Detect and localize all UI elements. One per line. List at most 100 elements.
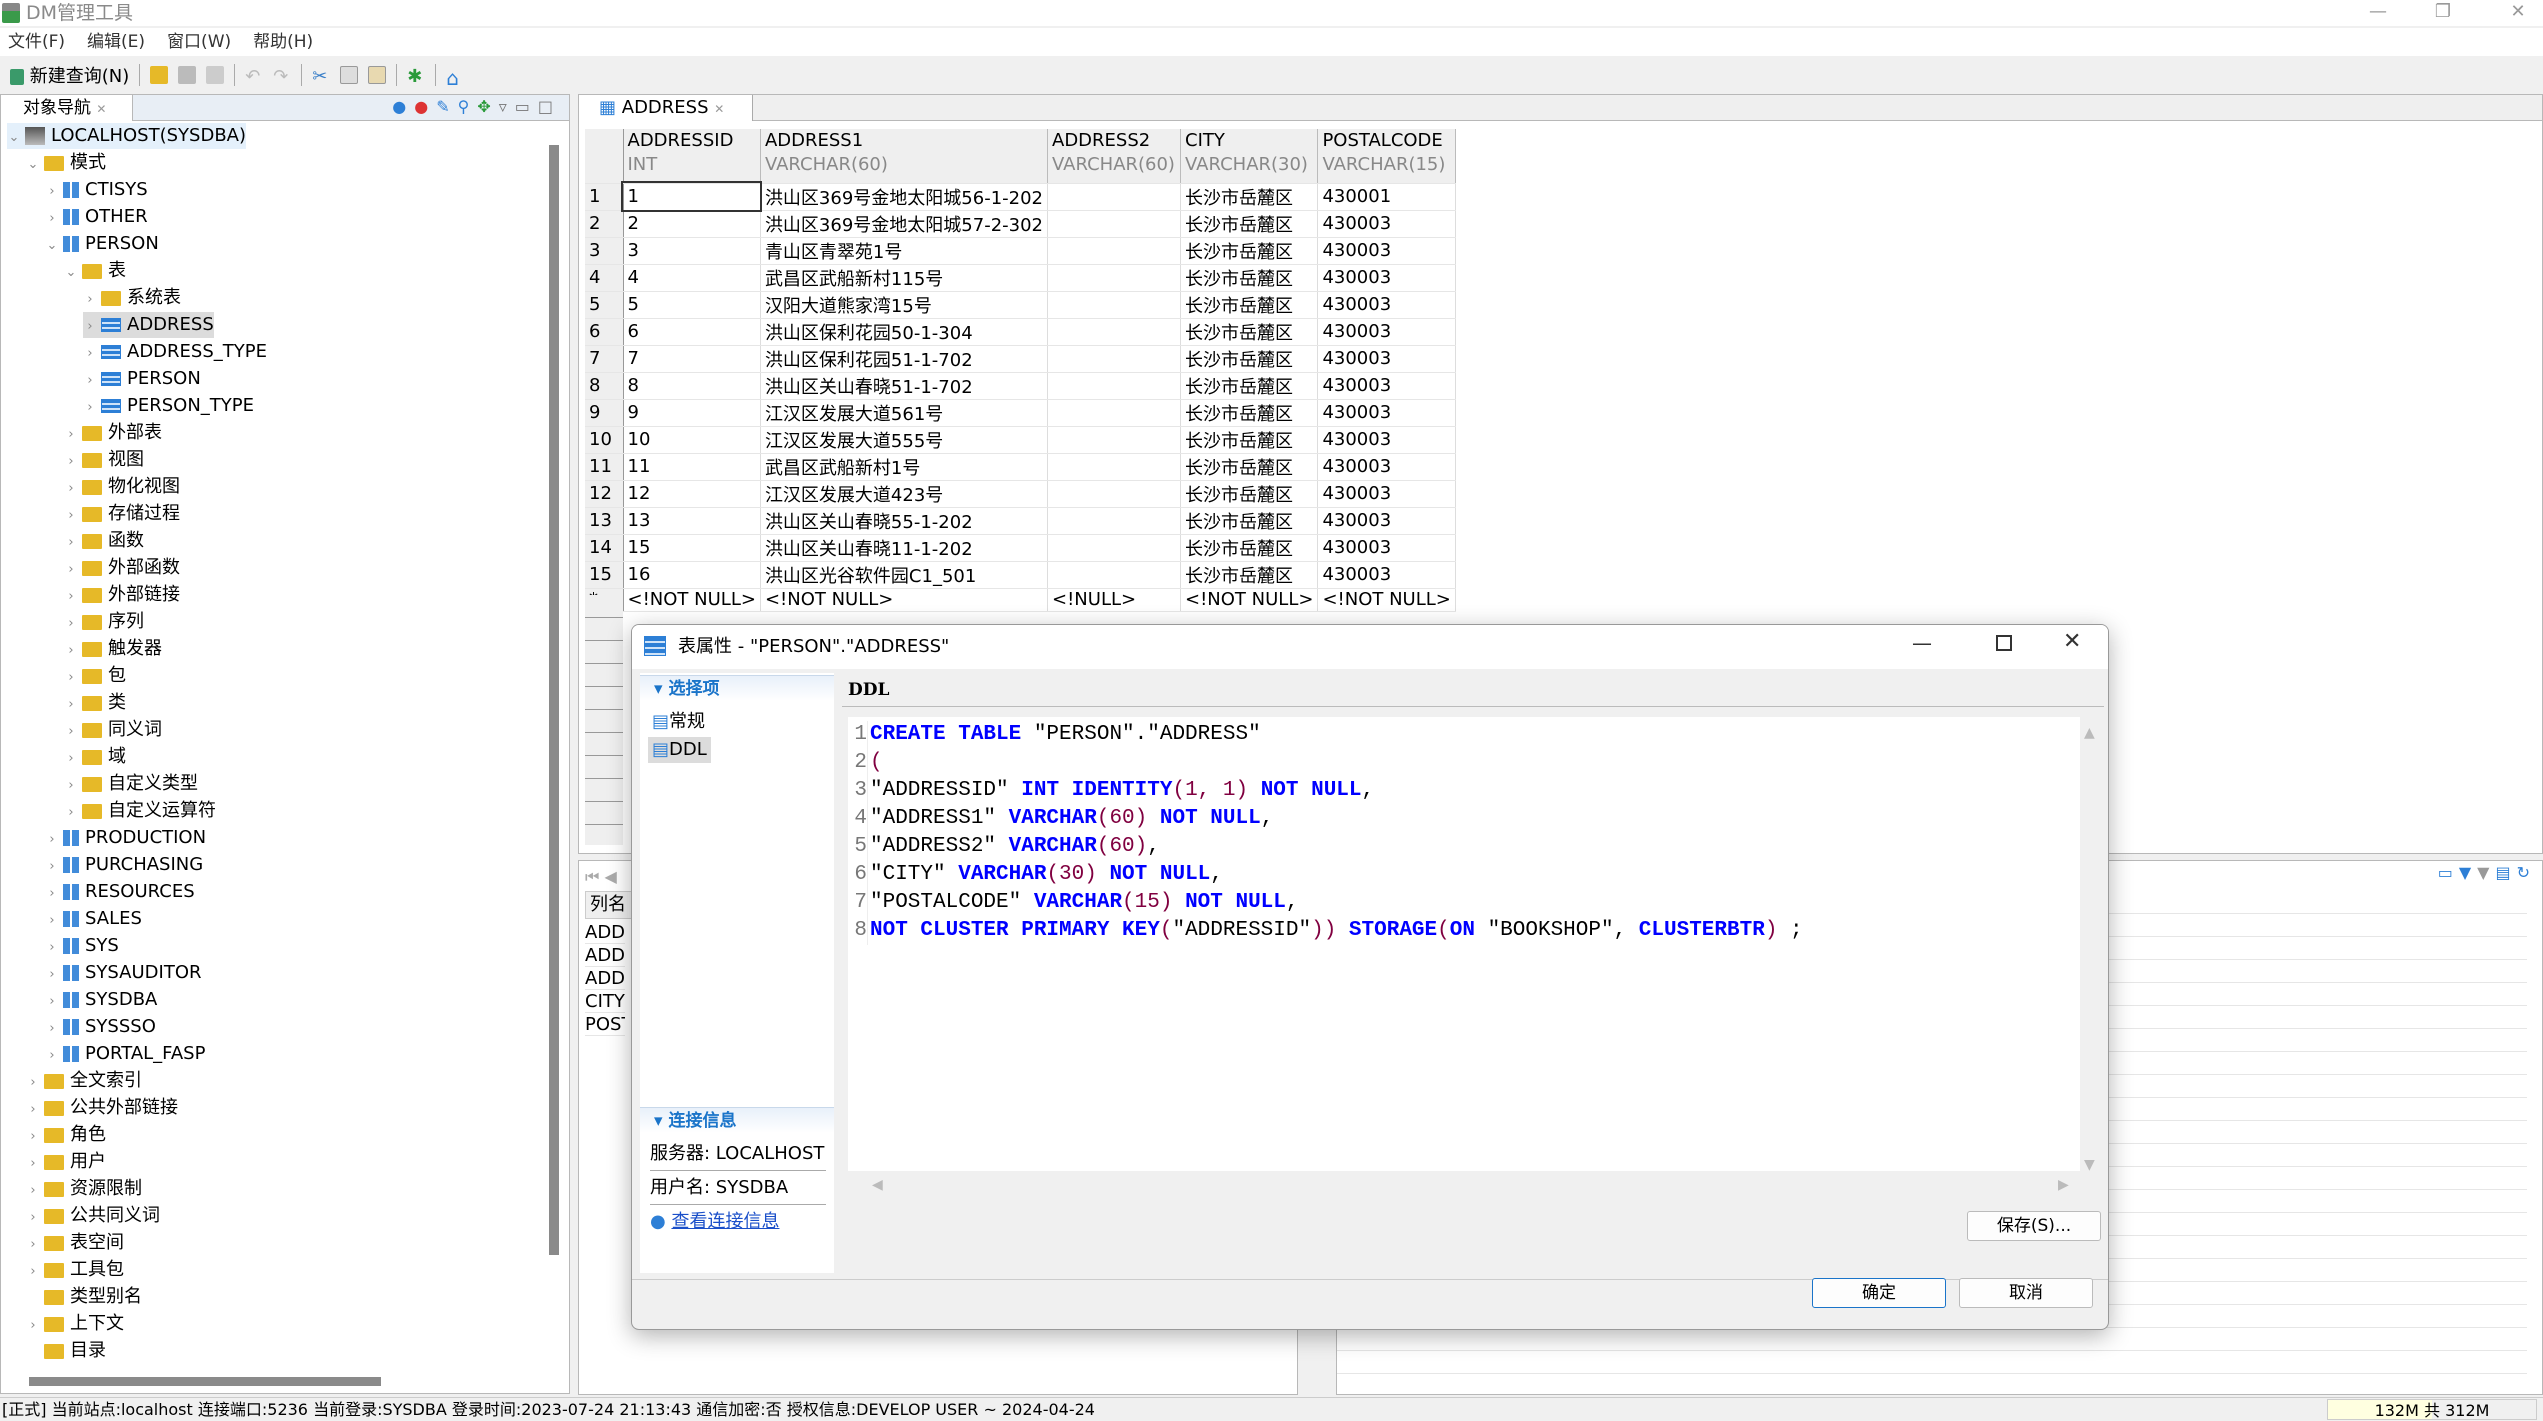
table-cell[interactable]: 洪山区关山春晓11-1-202 (760, 534, 1049, 562)
menu-help[interactable]: 帮助(H) (253, 28, 313, 56)
table-cell[interactable]: 430003 (1317, 264, 1456, 292)
table-cell[interactable] (1047, 372, 1181, 400)
table-cell[interactable]: 430003 (1317, 399, 1456, 427)
expand-chevron-icon[interactable]: › (83, 341, 97, 367)
menu-edit[interactable]: 编辑(E) (87, 28, 145, 56)
table-cell[interactable]: 3 (623, 237, 761, 265)
table-cell[interactable]: 1 (620, 181, 763, 212)
table-cell[interactable]: 430001 (1317, 183, 1456, 211)
table-cell[interactable]: 430003 (1317, 345, 1456, 373)
expand-chevron-icon[interactable]: › (26, 1151, 40, 1177)
expand-chevron-icon[interactable]: › (26, 1259, 40, 1285)
table-cell[interactable] (1047, 345, 1181, 373)
table-cell[interactable]: 长沙市岳麓区 (1180, 264, 1319, 292)
scroll-down-icon[interactable]: ▼ (2084, 1157, 2095, 1173)
table-cell[interactable]: 长沙市岳麓区 (1180, 237, 1319, 265)
table-cell[interactable]: 武昌区武船新村1号 (760, 453, 1049, 481)
table-cell[interactable]: 7 (623, 345, 761, 373)
save-all-icon[interactable] (206, 66, 225, 84)
tree-item[interactable]: › 系统表 (83, 285, 181, 311)
expand-chevron-icon[interactable]: › (64, 719, 78, 745)
tree-item[interactable]: › SYSDBA (45, 987, 157, 1013)
table-row[interactable]: 2 2 洪山区369号金地太阳城57-2-302 长沙市岳麓区 430003 (585, 210, 1456, 238)
table-row[interactable]: 4 4 武昌区武船新村115号 长沙市岳麓区 430003 (585, 264, 1456, 292)
column-list-item[interactable]: ADD. (585, 967, 625, 990)
expand-chevron-icon[interactable]: › (26, 1232, 40, 1258)
table-cell[interactable]: 5 (623, 291, 761, 319)
refresh-icon[interactable]: ↻ (2517, 863, 2536, 882)
table-cell[interactable]: 长沙市岳麓区 (1180, 183, 1319, 211)
table-cell[interactable]: 16 (623, 561, 761, 589)
column-list-item[interactable]: CITY (585, 990, 625, 1013)
table-cell[interactable]: 430003 (1317, 507, 1456, 535)
tree-item[interactable]: › 触发器 (64, 636, 162, 662)
expand-chevron-icon[interactable]: › (45, 179, 59, 205)
tree-item[interactable]: › 工具包 (26, 1257, 124, 1283)
tree-item[interactable]: › SYSAUDITOR (45, 960, 201, 988)
table-cell[interactable]: 长沙市岳麓区 (1180, 210, 1319, 238)
expand-chevron-icon[interactable]: › (45, 962, 59, 988)
expand-chevron-icon[interactable]: › (83, 395, 97, 421)
table-cell[interactable]: 洪山区光谷软件园C1_501 (760, 561, 1049, 589)
tree-item[interactable]: › SYSSSO (45, 1014, 155, 1042)
expand-chevron-icon[interactable]: › (64, 503, 78, 529)
view-menu-icon[interactable]: ▿ (499, 97, 515, 116)
undo-icon[interactable]: ↶ (245, 66, 263, 87)
table-row[interactable]: 14 15 洪山区关山春晓11-1-202 长沙市岳麓区 430003 (585, 534, 1456, 562)
table-cell[interactable]: 长沙市岳麓区 (1180, 453, 1319, 481)
table-row[interactable]: 13 13 洪山区关山春晓55-1-202 长沙市岳麓区 430003 (585, 507, 1456, 535)
sql-file-icon[interactable]: ▤ (2495, 863, 2516, 882)
minimize-icon[interactable]: ▭ (2438, 863, 2459, 882)
expand-chevron-icon[interactable]: › (64, 665, 78, 691)
redo-icon[interactable]: ↷ (273, 66, 291, 87)
table-cell[interactable] (1047, 399, 1181, 427)
tree-item[interactable]: › 用户 (26, 1149, 106, 1175)
table-cell[interactable]: 长沙市岳麓区 (1180, 561, 1319, 589)
menu-window[interactable]: 窗口(W) (167, 28, 231, 56)
close-button[interactable]: ✕ (2495, 0, 2541, 26)
table-cell[interactable] (1047, 426, 1181, 454)
expand-chevron-icon[interactable]: › (45, 1016, 59, 1042)
table-cell[interactable]: 江汉区发展大道555号 (760, 426, 1049, 454)
memory-indicator[interactable]: 132M 共 312M (2327, 1399, 2537, 1420)
expand-chevron-icon[interactable]: › (83, 314, 97, 340)
menu-file[interactable]: 文件(F) (8, 28, 65, 56)
table-row[interactable]: 11 11 武昌区武船新村1号 长沙市岳麓区 430003 (585, 453, 1456, 481)
column-header[interactable]: ADDRESSID INT (623, 129, 761, 184)
ok-button[interactable]: 确定 (1812, 1278, 1946, 1308)
table-cell[interactable]: 长沙市岳麓区 (1180, 507, 1319, 535)
tree-item[interactable]: ⌄ PERSON (45, 231, 159, 257)
connect-icon[interactable]: ● (392, 97, 414, 116)
open-folder-icon[interactable] (150, 66, 169, 84)
table-cell[interactable]: 洪山区关山春晓55-1-202 (760, 507, 1049, 535)
tree-item[interactable]: › 公共同义词 (26, 1203, 160, 1229)
expand-icon[interactable]: ✥ (477, 97, 498, 116)
table-cell[interactable]: 12 (623, 480, 761, 508)
scroll-right-icon[interactable]: ▶ (2058, 1177, 2069, 1193)
table-row[interactable]: 6 6 洪山区保利花园50-1-304 长沙市岳麓区 430003 (585, 318, 1456, 346)
options-section-header[interactable]: ▾ 选择项 (640, 675, 834, 701)
tree-item[interactable]: › 外部链接 (64, 582, 180, 608)
view-connection-link[interactable]: ● 查看连接信息 (650, 1207, 779, 1233)
expand-chevron-icon[interactable]: › (45, 935, 59, 961)
cancel-button[interactable]: 取消 (1959, 1278, 2093, 1308)
tab-object-navigator[interactable]: 对象导航 ✕ (1, 95, 134, 121)
table-cell[interactable]: 430003 (1317, 426, 1456, 454)
tree-item[interactable]: › PERSON_TYPE (83, 393, 254, 419)
tree-item[interactable]: › 角色 (26, 1122, 106, 1148)
table-cell[interactable]: 430003 (1317, 291, 1456, 319)
tree-item[interactable]: › 函数 (64, 528, 144, 554)
column-header[interactable]: POSTALCODE VARCHAR(15) (1317, 129, 1456, 184)
expand-chevron-icon[interactable]: › (26, 1124, 40, 1150)
expand-chevron-icon[interactable]: › (64, 800, 78, 826)
table-cell[interactable]: 长沙市岳麓区 (1180, 345, 1319, 373)
minimize-panel-icon[interactable]: ▭ (515, 97, 538, 116)
nav-general[interactable]: ▤常规 (648, 709, 709, 735)
tree-item[interactable]: › 全文索引 (26, 1068, 142, 1094)
expand-chevron-icon[interactable]: › (64, 557, 78, 583)
tree-item[interactable]: ⌄ LOCALHOST(SYSDBA) (7, 123, 247, 149)
table-cell[interactable]: 武昌区武船新村115号 (760, 264, 1049, 292)
expand-chevron-icon[interactable]: › (45, 1043, 59, 1069)
new-query-button[interactable]: 新建查询(N) (10, 62, 129, 88)
column-list-item[interactable]: POST (585, 1013, 625, 1036)
